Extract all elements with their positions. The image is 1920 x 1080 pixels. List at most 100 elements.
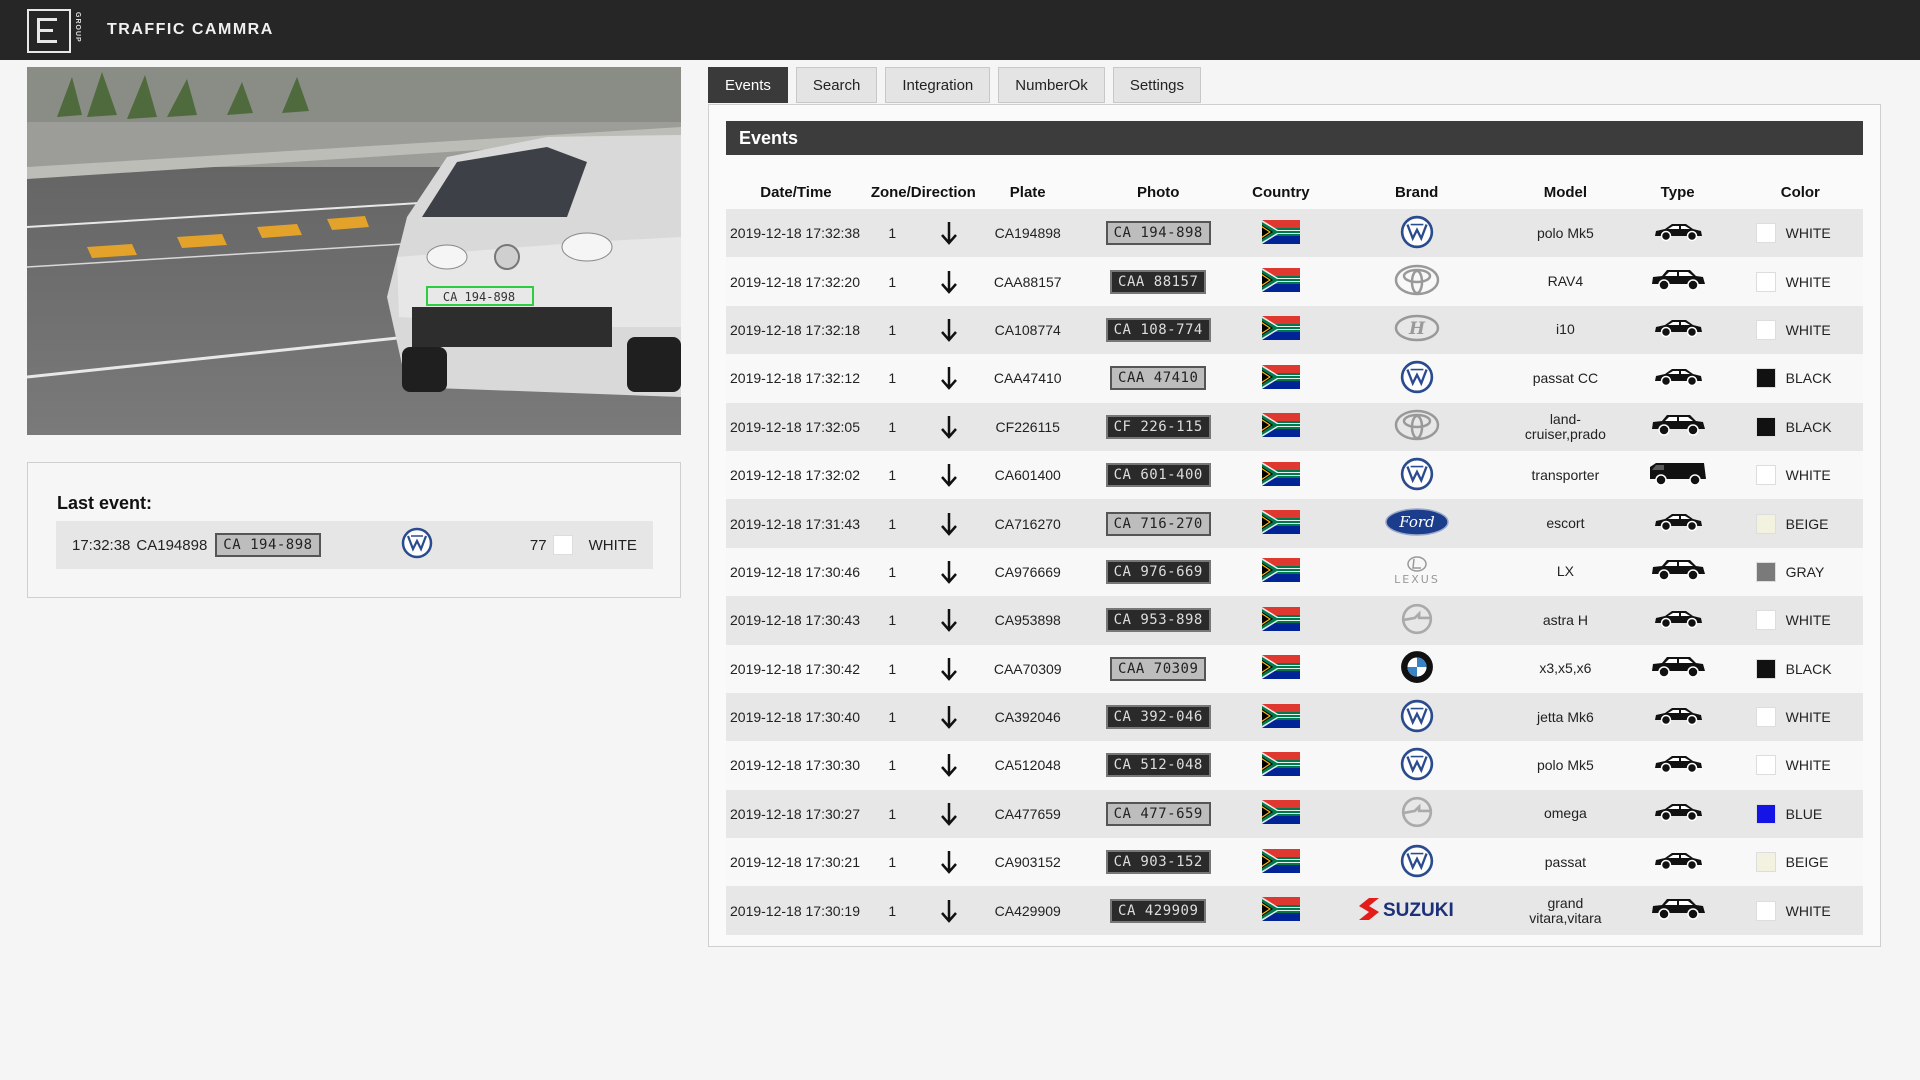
suv-icon [1650,655,1706,679]
col-color[interactable]: Color [1738,175,1863,209]
row-plate: CA392046 [994,709,1061,726]
row-plate: CF226115 [995,418,1060,435]
row-plate: CAA88157 [993,273,1062,290]
plate-photo: CA 601-400 [1105,463,1211,488]
row-zone: 1 [888,757,897,774]
south-africa-flag-icon [1261,655,1300,682]
tab-numberok[interactable]: NumberOk [998,67,1105,103]
plate-photo: CAA 88157 [1110,269,1207,294]
col-type[interactable]: Type [1618,175,1738,209]
row-color: WHITE [1738,451,1863,499]
row-photo[interactable]: CA 903-152 [1075,838,1242,886]
row-country [1242,838,1320,886]
table-row[interactable]: 2019-12-18 17:32:05 1 CF226115 CF 226-11… [726,402,1863,451]
sedan-icon [1653,609,1703,629]
col-zone-direction[interactable]: Zone/Direction [866,175,981,209]
tab-integration[interactable]: Integration [885,67,991,103]
plate-photo: CA 903-152 [1105,850,1211,875]
col-model[interactable]: Model [1513,175,1617,209]
row-type [1618,548,1738,596]
row-photo[interactable]: CA 601-400 [1075,451,1242,499]
row-photo[interactable]: CAA 88157 [1075,257,1242,305]
row-plate: CA903152 [994,854,1061,871]
camera-view[interactable]: CA 194-898 [27,67,681,435]
row-plate: CAA70309 [993,660,1062,677]
row-brand [1320,596,1513,644]
row-plate: CA976669 [994,563,1061,580]
table-row[interactable]: 2019-12-18 17:32:12 1 CAA47410 CAA 47410… [726,354,1863,403]
row-photo[interactable]: CA 716-270 [1075,499,1242,547]
arrow-down-icon [940,317,958,343]
row-zone-direction: 1 [866,209,981,257]
color-label: WHITE [1785,321,1831,338]
arrow-down-icon [940,365,958,391]
table-row[interactable]: 2019-12-18 17:30:42 1 CAA70309 CAA 70309… [726,644,1863,693]
row-photo[interactable]: CAA 70309 [1075,645,1242,693]
events-table-body: 2019-12-18 17:32:38 1 CA194898 CA 194-89… [726,209,1863,935]
color-swatch [1755,561,1776,582]
color-label: BLACK [1785,370,1832,387]
row-model: omega [1543,805,1587,822]
row-photo[interactable]: CA 108-774 [1075,306,1242,354]
row-country [1242,403,1320,451]
col-plate[interactable]: Plate [981,175,1075,209]
sedan-icon [1653,222,1703,242]
row-color: BLACK [1738,645,1863,693]
plate-photo: CA 477-659 [1105,801,1211,826]
table-row[interactable]: 2019-12-18 17:30:43 1 CA953898 CA 953-89… [726,596,1863,645]
col-brand[interactable]: Brand [1320,175,1513,209]
row-zone-direction: 1 [866,790,981,838]
tab-events[interactable]: Events [708,67,788,103]
row-country [1242,306,1320,354]
col-datetime[interactable]: Date/Time [726,175,866,209]
table-row[interactable]: 2019-12-18 17:32:02 1 CA601400 CA 601-40… [726,450,1863,500]
row-photo[interactable]: CA 477-659 [1075,790,1242,838]
table-row[interactable]: 2019-12-18 17:30:27 1 CA477659 CA 477-65… [726,789,1863,839]
last-event-row[interactable]: 17:32:38 CA194898 CA 194-898 77 WHITE [56,521,653,569]
table-row[interactable]: 2019-12-18 17:30:30 1 CA512048 CA 512-04… [726,741,1863,790]
last-event-color: WHITE [588,536,637,554]
table-row[interactable]: 2019-12-18 17:30:21 1 CA903152 CA 903-15… [726,838,1863,887]
row-plate: CA716270 [994,515,1061,532]
row-color: WHITE [1738,741,1863,789]
opel-logo-icon [1400,602,1434,639]
row-model: RAV4 [1547,273,1584,290]
suv-icon [1650,268,1706,292]
color-swatch [1755,271,1776,292]
row-zone-direction: 1 [866,354,981,402]
row-photo[interactable]: CAA 47410 [1075,354,1242,402]
row-photo[interactable]: CA 194-898 [1075,209,1242,257]
row-zone: 1 [888,902,897,919]
tab-settings[interactable]: Settings [1112,67,1202,103]
last-event-plate: CA194898 [136,536,208,554]
table-row[interactable]: 2019-12-18 17:30:19 1 CA429909 CA 429909… [726,886,1863,935]
events-table-header: Date/Time Zone/Direction Plate Photo Cou… [726,175,1863,209]
row-photo[interactable]: CF 226-115 [1075,403,1242,451]
table-row[interactable]: 2019-12-18 17:32:18 1 CA108774 CA 108-77… [726,305,1863,355]
col-photo[interactable]: Photo [1075,175,1242,209]
row-photo[interactable]: CA 512-048 [1075,741,1242,789]
top-bar: GROUP TRAFFIC CAMMRA [0,0,1920,60]
table-row[interactable]: 2019-12-18 17:32:38 1 CA194898 CA 194-89… [726,209,1863,258]
arrow-down-icon [940,462,958,488]
table-row[interactable]: 2019-12-18 17:30:46 1 CA976669 CA 976-66… [726,547,1863,597]
color-label: WHITE [1785,902,1831,919]
arrow-down-icon [940,752,958,778]
south-africa-flag-icon [1261,316,1300,343]
row-photo[interactable]: CA 429909 [1075,886,1242,934]
table-row[interactable]: 2019-12-18 17:30:40 1 CA392046 CA 392-04… [726,692,1863,742]
row-photo[interactable]: CA 392-046 [1075,693,1242,741]
row-zone: 1 [888,612,897,629]
tab-search[interactable]: Search [795,67,878,103]
row-datetime: 2019-12-18 17:32:12 [730,370,860,387]
row-model: escort [1546,515,1585,532]
row-zone: 1 [888,370,897,387]
row-zone-direction: 1 [866,257,981,305]
row-photo[interactable]: CA 976-669 [1075,548,1242,596]
table-row[interactable]: 2019-12-18 17:31:43 1 CA716270 CA 716-27… [726,499,1863,548]
table-row[interactable]: 2019-12-18 17:32:20 1 CAA88157 CAA 88157… [726,257,1863,306]
col-country[interactable]: Country [1242,175,1320,209]
plate-photo: CA 976-669 [1105,559,1211,584]
plate-photo: CA 392-046 [1105,705,1211,730]
row-photo[interactable]: CA 953-898 [1075,596,1242,644]
